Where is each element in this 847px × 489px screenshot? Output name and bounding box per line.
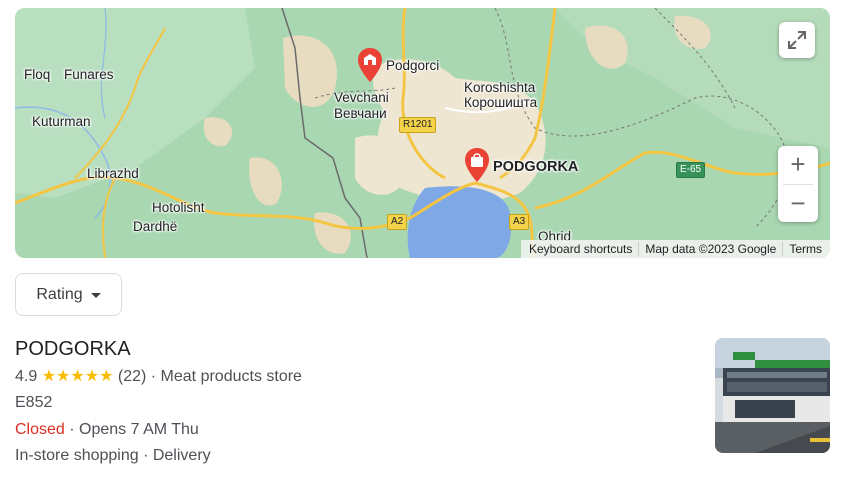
fullscreen-button[interactable]: [779, 22, 815, 58]
rating-filter-button[interactable]: Rating: [15, 273, 122, 316]
place-label-kuturman: Kuturman: [32, 114, 91, 129]
road-shield-a3: A3: [509, 214, 530, 230]
store-photo[interactable]: [715, 338, 830, 453]
place-label-dardhe: Dardhë: [133, 219, 178, 234]
place-label-koroshishta-cyrillic: Корошишта: [464, 95, 538, 110]
category: · Meat products store: [150, 368, 302, 385]
zoom-out-button[interactable]: −: [778, 184, 818, 222]
rating-stars-icon: ★★★★★: [41, 368, 114, 385]
map-attribution: Keyboard shortcuts Map data ©2023 Google…: [521, 240, 830, 258]
podgorci-store-pin-icon[interactable]: [357, 48, 383, 82]
rating-filter-label: Rating: [36, 285, 83, 303]
place-label-koroshishta: Koroshishta: [464, 80, 536, 95]
result-services: In-store shopping · Delivery: [15, 447, 211, 464]
keyboard-shortcuts-link[interactable]: Keyboard shortcuts: [523, 242, 638, 256]
chevron-down-icon: [90, 293, 101, 298]
map-data-credit: Map data ©2023 Google: [638, 242, 782, 256]
result-title[interactable]: PODGORKA: [15, 338, 131, 361]
place-label-floq: Floq: [24, 67, 51, 82]
terms-link[interactable]: Terms: [782, 242, 828, 256]
result-address: E852: [15, 394, 53, 411]
fullscreen-icon: [788, 31, 806, 49]
result-rating-line: 4.9 ★★★★★ (22) · Meat products store: [15, 366, 302, 386]
place-label-vevchani-cyrillic: Вевчани: [334, 106, 387, 121]
place-label-podgorka: PODGORKA: [493, 159, 579, 175]
zoom-controls: + −: [778, 146, 818, 222]
review-count: (22): [117, 368, 147, 385]
opening-hours: · Opens 7 AM Thu: [69, 421, 199, 438]
store-building-image: [715, 338, 830, 453]
zoom-in-button[interactable]: +: [778, 146, 818, 184]
status-closed: Closed: [15, 421, 65, 438]
place-label-funares: Funares: [64, 67, 114, 82]
place-label-podgorci: Podgorci: [386, 58, 440, 73]
road-shield-r1201: R1201: [399, 117, 437, 133]
place-label-hotolisht: Hotolisht: [152, 200, 205, 215]
road-shield-a2: A2: [387, 214, 408, 230]
place-label-vevchani: Vevchani: [334, 90, 389, 105]
podgorka-shopping-pin-icon[interactable]: [464, 148, 490, 182]
result-hours-line: Closed · Opens 7 AM Thu: [15, 421, 199, 439]
road-shield-e65: E-65: [676, 162, 706, 178]
rating-value: 4.9: [15, 368, 38, 385]
map-panel[interactable]: Floq Funares Kuturman Librazhd Hotolisht…: [15, 8, 830, 258]
place-label-librazhd: Librazhd: [87, 166, 139, 181]
